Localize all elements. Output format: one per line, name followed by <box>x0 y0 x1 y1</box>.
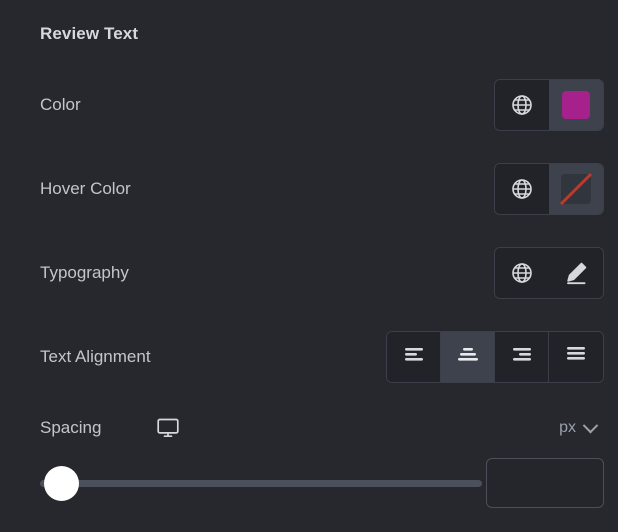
spacing-number-input[interactable] <box>486 458 604 508</box>
row-label-hover-color: Hover Color <box>40 179 131 198</box>
align-center-button[interactable] <box>441 332 495 382</box>
text-alignment-button-group <box>386 331 604 383</box>
color-swatch-button[interactable] <box>549 80 603 130</box>
edit-typography-button[interactable] <box>549 248 603 298</box>
empty-color-swatch <box>559 172 593 206</box>
align-right-icon <box>510 345 534 370</box>
review-text-settings-panel: Review Text Color Hover Color Typography… <box>0 0 618 532</box>
globe-icon <box>510 177 534 201</box>
spacing-slider[interactable] <box>22 452 482 516</box>
row-label-color: Color <box>40 95 81 114</box>
row-label-text-alignment: Text Alignment <box>40 347 151 366</box>
spacing-slider-row <box>0 452 618 532</box>
row-typography: Typography <box>0 245 618 301</box>
global-typography-button[interactable] <box>495 248 549 298</box>
desktop-monitor-icon[interactable] <box>156 417 180 439</box>
align-left-icon <box>402 345 426 370</box>
pencil-icon <box>563 260 589 286</box>
align-justify-icon <box>564 345 588 370</box>
row-label-spacing: Spacing <box>40 418 102 437</box>
hover-color-swatch-button[interactable] <box>549 164 603 214</box>
no-color-slash-icon <box>559 172 593 206</box>
global-hover-color-button[interactable] <box>495 164 549 214</box>
slider-handle[interactable] <box>44 466 79 501</box>
color-control-group <box>494 79 604 131</box>
row-spacing: Spacing px <box>0 400 618 456</box>
align-center-icon <box>456 345 480 370</box>
spacing-unit-value: px <box>559 419 576 436</box>
chevron-down-icon <box>582 417 599 433</box>
spacing-unit-select[interactable]: px <box>559 417 599 437</box>
typography-control-group <box>494 247 604 299</box>
globe-icon <box>510 93 534 117</box>
align-right-button[interactable] <box>495 332 549 382</box>
row-hover-color: Hover Color <box>0 161 618 217</box>
row-text-alignment: Text Alignment <box>0 329 618 385</box>
hover-color-control-group <box>494 163 604 215</box>
align-left-button[interactable] <box>387 332 441 382</box>
slider-track[interactable] <box>40 480 482 487</box>
align-justify-button[interactable] <box>549 332 603 382</box>
color-swatch <box>562 91 590 119</box>
row-label-typography: Typography <box>40 263 129 282</box>
page-title: Review Text <box>40 24 139 43</box>
global-color-button[interactable] <box>495 80 549 130</box>
row-color: Color <box>0 77 618 133</box>
globe-icon <box>510 261 534 285</box>
